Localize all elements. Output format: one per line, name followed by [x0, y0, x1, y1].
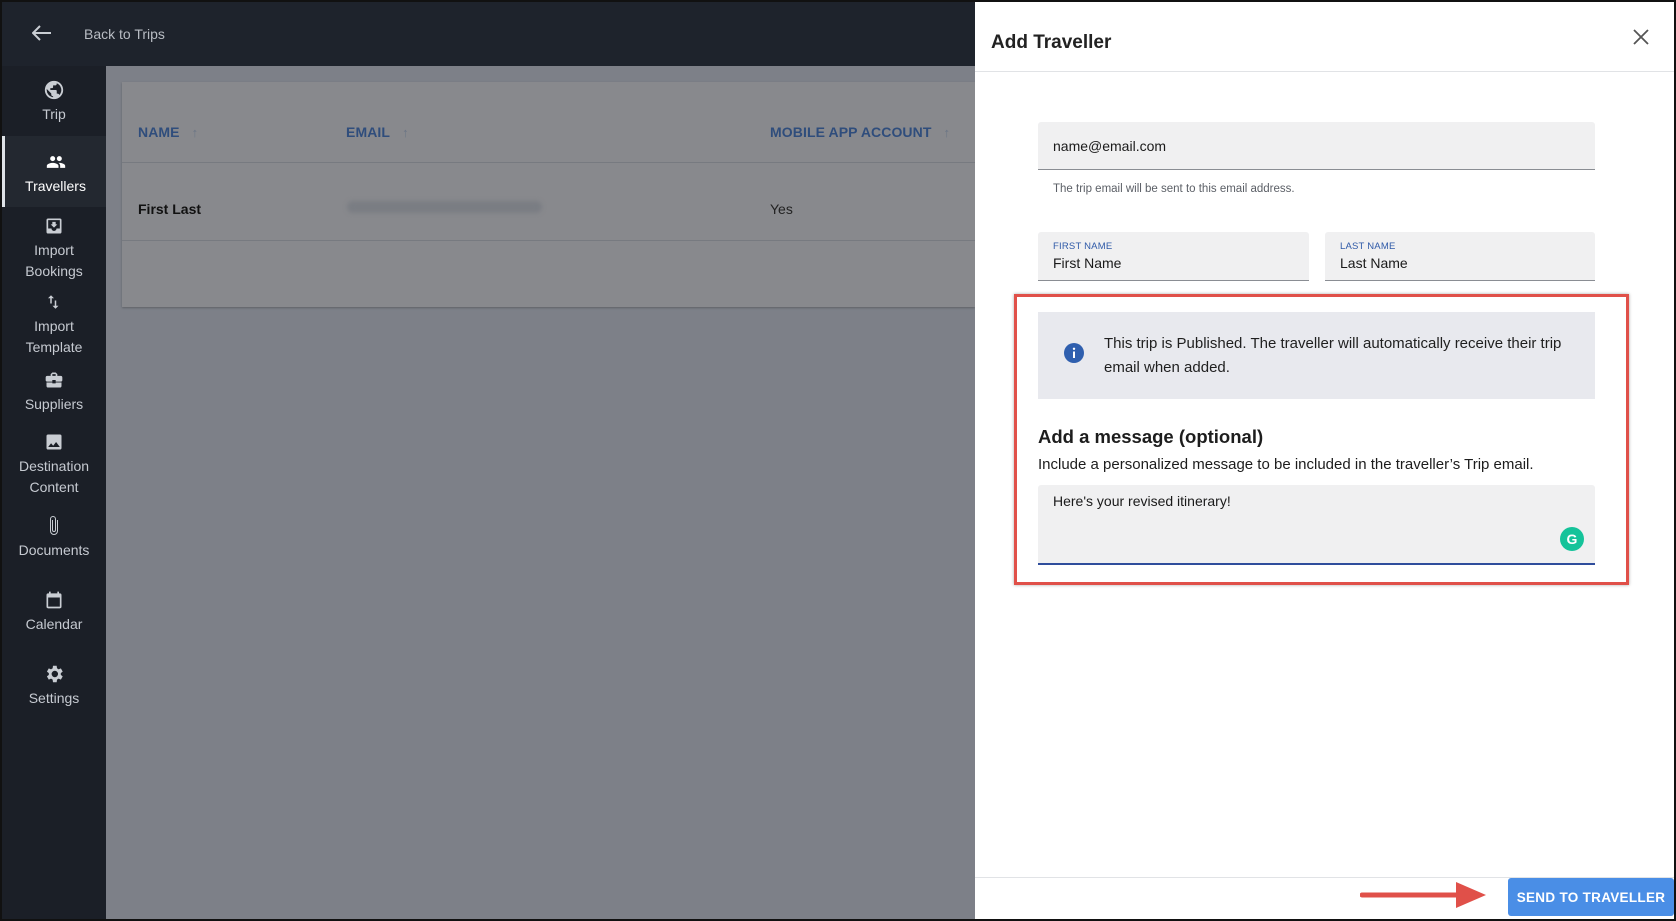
email-input[interactable] [1053, 138, 1580, 154]
sidebar-item-label: Trip [42, 106, 66, 122]
sidebar-item-label: Import Template [25, 318, 83, 355]
last-name-input[interactable] [1340, 255, 1580, 271]
swap-vertical-icon [45, 290, 63, 314]
sidebar-item-travellers[interactable]: Travellers [2, 136, 106, 207]
people-icon [44, 150, 68, 174]
email-helper-text: The trip email will be sent to this emai… [1053, 183, 1295, 195]
cell-email-redacted [347, 201, 542, 213]
sidebar: Trip Travellers Import Bookings Import T… [2, 66, 106, 919]
image-icon [44, 430, 64, 454]
sidebar-item-suppliers[interactable]: Suppliers [2, 368, 106, 418]
divider [122, 162, 975, 163]
first-name-input[interactable] [1053, 255, 1294, 271]
column-header-mobile-app-account[interactable]: MOBILE APP ACCOUNT ↑ [770, 124, 950, 140]
sidebar-item-settings[interactable]: Settings [2, 662, 106, 712]
paperclip-icon [47, 514, 61, 538]
sidebar-item-label: Destination Content [18, 458, 90, 495]
add-traveller-drawer: Add Traveller The trip email will be sen… [975, 2, 1674, 919]
sidebar-item-label: Suppliers [24, 396, 84, 412]
sidebar-item-label: Documents [18, 542, 90, 558]
divider [122, 240, 975, 241]
last-name-field[interactable]: LAST NAME [1325, 232, 1595, 281]
drawer-title: Add Traveller [991, 32, 1112, 53]
drawer-header: Add Traveller [975, 2, 1674, 72]
sidebar-item-label: Calendar [25, 616, 83, 632]
close-icon[interactable] [1630, 26, 1652, 48]
top-bar: Back to Trips [2, 2, 975, 66]
column-header-email[interactable]: EMAIL ↑ [346, 124, 409, 140]
main-content: NAME ↑ EMAIL ↑ MOBILE APP ACCOUNT ↑ First L… [106, 66, 975, 919]
callout-highlight-box [1014, 294, 1629, 585]
sidebar-item-import-template[interactable]: Import Template [2, 290, 106, 360]
sidebar-item-import-bookings[interactable]: Import Bookings [2, 214, 106, 284]
send-to-traveller-button[interactable]: SEND TO TRAVELLER [1508, 878, 1674, 916]
back-arrow-icon[interactable] [31, 22, 72, 46]
email-field[interactable] [1038, 122, 1595, 170]
sidebar-item-calendar[interactable]: Calendar [2, 588, 106, 638]
back-to-trips-link[interactable]: Back to Trips [84, 26, 165, 42]
first-name-field[interactable]: FIRST NAME [1038, 232, 1309, 281]
globe-icon [43, 78, 65, 102]
sidebar-item-label: Import Bookings [25, 242, 83, 279]
calendar-icon [44, 588, 64, 612]
column-header-name[interactable]: NAME ↑ [138, 124, 198, 140]
cell-mobile-app-account: Yes [770, 201, 793, 217]
sidebar-item-label: Travellers [25, 178, 86, 194]
sidebar-item-destination-content[interactable]: Destination Content [2, 430, 106, 500]
download-box-icon [44, 214, 64, 238]
first-name-label: FIRST NAME [1053, 241, 1113, 252]
last-name-label: LAST NAME [1340, 241, 1396, 252]
gear-icon [43, 662, 65, 686]
sort-arrow-icon: ↑ [943, 125, 951, 140]
sort-arrow-icon: ↑ [402, 125, 409, 140]
sidebar-item-documents[interactable]: Documents [2, 514, 106, 564]
travellers-table: NAME ↑ EMAIL ↑ MOBILE APP ACCOUNT ↑ First L… [122, 82, 975, 307]
callout-arrow-icon [1360, 882, 1486, 908]
sidebar-item-label: Settings [28, 690, 80, 706]
sort-arrow-icon: ↑ [191, 125, 199, 140]
briefcase-icon [43, 368, 65, 392]
cell-name: First Last [138, 201, 202, 217]
